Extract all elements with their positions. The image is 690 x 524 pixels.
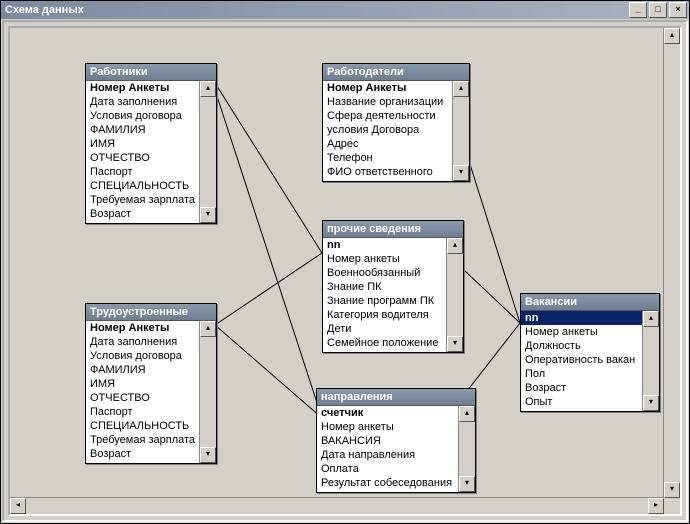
scroll-up-icon[interactable]: ▴ [447,238,463,254]
table-directions[interactable]: направления счетчикНомер анкетыВАКАНСИЯД… [316,388,476,493]
field-item[interactable]: условия Договора [323,123,469,137]
field-item[interactable]: ИМЯ [86,137,216,151]
scrollbar[interactable]: ▴ ▾ [199,81,216,223]
field-item[interactable]: Дата направления [317,448,475,462]
field-item[interactable]: Опыт [521,395,659,409]
field-item[interactable]: nn [323,238,463,252]
scroll-down-icon[interactable]: ▾ [664,482,680,498]
table-header[interactable]: Вакансии [521,294,659,311]
table-header[interactable]: Работники [86,64,216,81]
field-item[interactable]: Знание ПК [323,280,463,294]
scroll-down-icon[interactable]: ▾ [200,447,216,463]
scroll-up-icon[interactable]: ▴ [459,406,475,422]
field-item[interactable]: Номер анкеты [323,252,463,266]
scrollbar[interactable]: ▴ ▾ [452,81,469,181]
table-employed[interactable]: Трудоустроенные Номер АнкетыДата заполне… [85,303,217,464]
field-list: nnНомер анкетыДолжностьОперативность вак… [521,311,659,411]
scroll-left-icon[interactable]: ◂ [10,498,26,514]
field-list: Номер АнкетыДата заполненияУсловия догов… [86,321,216,463]
field-item[interactable]: Требуемая зарплата [86,433,216,447]
field-item[interactable]: Дата заполнения [86,95,216,109]
field-item[interactable]: Военнообязанный [323,266,463,280]
field-item[interactable]: ФИО ответственного [323,165,469,179]
field-item[interactable]: Пол [521,367,659,381]
field-item[interactable]: Оперативность вакан [521,353,659,367]
field-item[interactable]: Номер Анкеты [323,81,469,95]
field-item[interactable]: Номер Анкеты [86,81,216,95]
field-item[interactable]: Условия договора [86,109,216,123]
diagram-canvas-wrap: Работники Номер АнкетыДата заполненияУсл… [8,26,682,516]
scroll-up-icon[interactable]: ▴ [200,81,216,97]
field-item[interactable]: Номер анкеты [521,325,659,339]
field-item[interactable]: Номер Анкеты [86,321,216,335]
scroll-down-icon[interactable]: ▾ [453,165,469,181]
scroll-down-icon[interactable]: ▾ [643,395,659,411]
field-item[interactable]: Возраст [521,381,659,395]
table-header[interactable]: Работодатели [323,64,469,81]
field-list: Номер АнкетыДата заполненияУсловия догов… [86,81,216,223]
maximize-button[interactable]: □ [649,2,667,18]
field-item[interactable]: Категория водителя [323,308,463,322]
field-item[interactable]: Семейное положение [323,336,463,350]
field-item[interactable]: Результат собеседования [317,476,475,490]
scroll-up-icon[interactable]: ▴ [664,28,680,44]
scroll-down-icon[interactable]: ▾ [459,476,475,492]
scrollbar[interactable]: ▴ ▾ [199,321,216,463]
field-item[interactable]: Адрес [323,137,469,151]
scroll-right-icon[interactable]: ▸ [648,498,664,514]
scroll-down-icon[interactable]: ▾ [200,207,216,223]
field-list: счетчикНомер анкетыВАКАНСИЯДата направле… [317,406,475,492]
field-item[interactable]: ОТЧЕСТВО [86,391,216,405]
field-item[interactable]: Паспорт [86,405,216,419]
table-header[interactable]: Трудоустроенные [86,304,216,321]
table-vacancies[interactable]: Вакансии nnНомер анкетыДолжностьОператив… [520,293,660,412]
field-item[interactable]: СПЕЦИАЛЬНОСТЬ [86,179,216,193]
close-button[interactable]: × [669,2,687,18]
table-header[interactable]: прочие сведения [323,221,463,238]
field-list: Номер АнкетыНазвание организацииСфера де… [323,81,469,181]
field-item[interactable]: Сфера деятельности [323,109,469,123]
field-item[interactable]: Знание программ ПК [323,294,463,308]
scroll-down-icon[interactable]: ▾ [447,336,463,352]
relationships-window: Схема данных _ □ × Работники [0,0,690,524]
field-item[interactable]: ВАКАНСИЯ [317,434,475,448]
field-list: nnНомер анкетыВоеннообязанныйЗнание ПКЗн… [323,238,463,352]
scroll-up-icon[interactable]: ▴ [453,81,469,97]
field-item[interactable]: Условия договора [86,349,216,363]
table-other-info[interactable]: прочие сведения nnНомер анкетыВоеннообяз… [322,220,464,353]
field-item[interactable]: ОТЧЕСТВО [86,151,216,165]
field-item[interactable]: Название организации [323,95,469,109]
field-item[interactable]: ФАМИЛИЯ [86,123,216,137]
minimize-button[interactable]: _ [629,2,647,18]
scrollbar[interactable]: ▴ ▾ [446,238,463,352]
table-workers[interactable]: Работники Номер АнкетыДата заполненияУсл… [85,63,217,224]
titlebar[interactable]: Схема данных _ □ × [1,1,689,19]
table-header[interactable]: направления [317,389,475,406]
horizontal-scrollbar[interactable]: ◂ ▸ [10,497,664,514]
vertical-scrollbar[interactable]: ▴ ▾ [663,28,680,498]
field-item[interactable]: ИМЯ [86,377,216,391]
scrollbar[interactable]: ▴ ▾ [642,311,659,411]
scroll-up-icon[interactable]: ▴ [200,321,216,337]
scrollbar[interactable]: ▴ ▾ [458,406,475,492]
client-area: Работники Номер АнкетыДата заполненияУсл… [2,20,688,522]
field-item[interactable]: Оплата [317,462,475,476]
field-item[interactable]: Должность [521,339,659,353]
field-item[interactable]: Паспорт [86,165,216,179]
field-item[interactable]: Телефон [323,151,469,165]
table-employers[interactable]: Работодатели Номер АнкетыНазвание органи… [322,63,470,182]
field-item[interactable]: Номер анкеты [317,420,475,434]
field-item[interactable]: Дети [323,322,463,336]
field-item[interactable]: nn [521,311,659,325]
field-item[interactable]: Возраст [86,447,216,461]
window-title: Схема данных [3,4,627,16]
field-item[interactable]: Требуемая зарплата [86,193,216,207]
diagram-canvas[interactable]: Работники Номер АнкетыДата заполненияУсл… [10,28,688,522]
field-item[interactable]: Возраст [86,207,216,221]
field-item[interactable]: Дата заполнения [86,335,216,349]
field-item[interactable]: СПЕЦИАЛЬНОСТЬ [86,419,216,433]
field-item[interactable]: счетчик [317,406,475,420]
scroll-up-icon[interactable]: ▴ [643,311,659,327]
field-item[interactable]: ФАМИЛИЯ [86,363,216,377]
